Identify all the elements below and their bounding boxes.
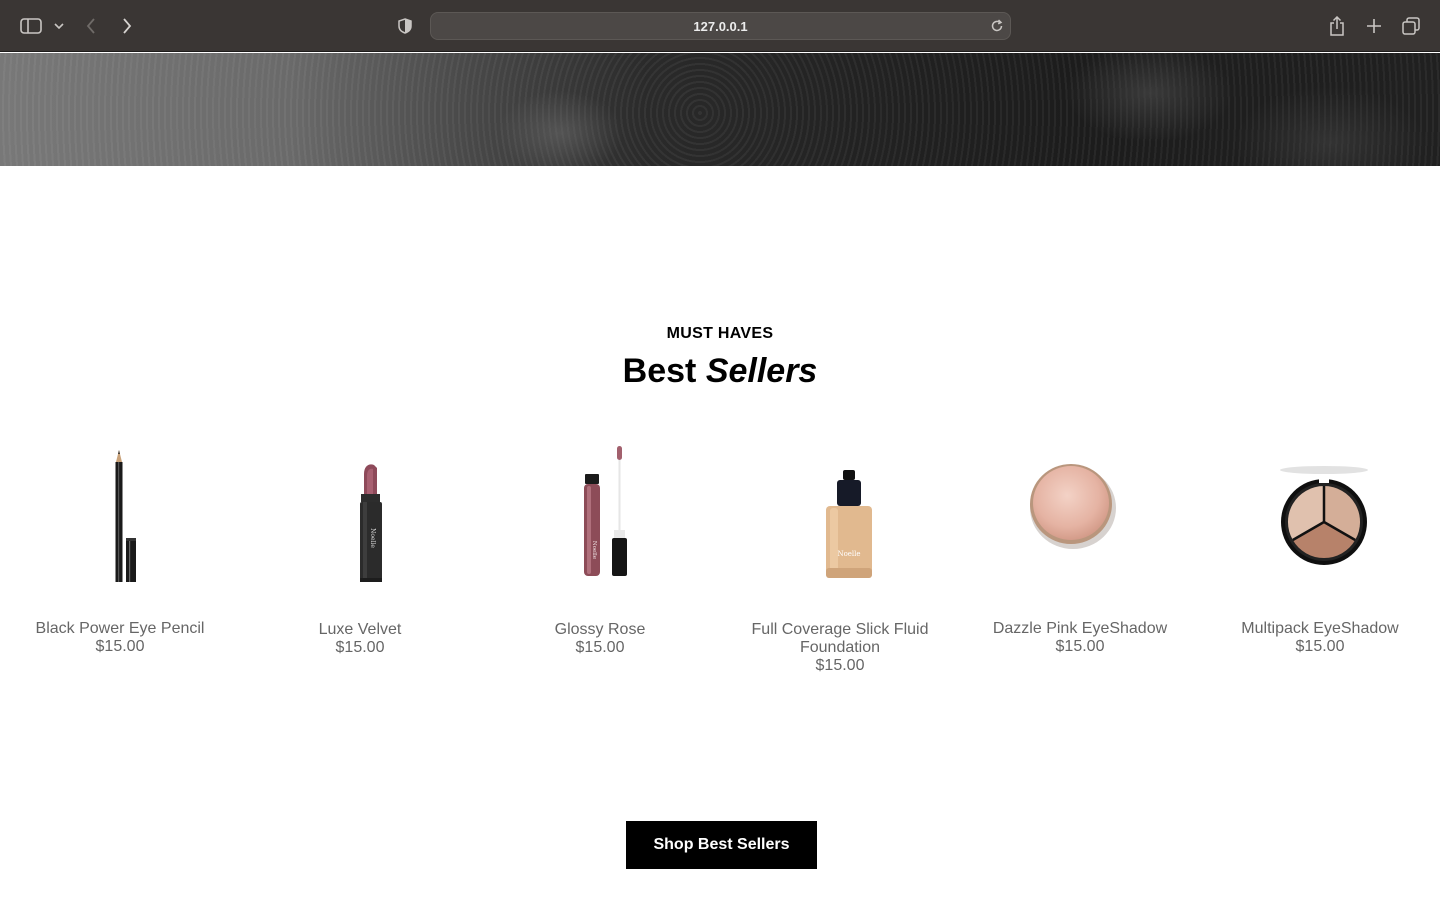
product-card[interactable]: Noelle Glossy Rose $15.00: [480, 440, 720, 657]
product-name[interactable]: Full Coverage Slick Fluid Foundation: [750, 621, 930, 657]
svg-text:Noelle: Noelle: [591, 541, 597, 559]
product-image-lipstick[interactable]: Noelle: [240, 440, 480, 590]
svg-text:Noelle: Noelle: [837, 550, 860, 558]
product-image-eyeshadow-palette[interactable]: [1200, 440, 1440, 590]
product-card[interactable]: Black Power Eye Pencil $15.00: [0, 440, 240, 656]
reload-icon[interactable]: [990, 19, 1004, 33]
product-card[interactable]: Dazzle Pink EyeShadow $15.00: [960, 440, 1200, 656]
product-image-foundation[interactable]: Noelle: [720, 440, 960, 590]
product-image-eye-pencil[interactable]: [0, 440, 240, 590]
section-title: Best Sellers: [0, 352, 1440, 391]
product-image-eyeshadow-pan[interactable]: [960, 440, 1200, 590]
product-name[interactable]: Multipack EyeShadow: [1230, 620, 1410, 638]
shop-best-sellers-button[interactable]: Shop Best Sellers: [626, 821, 817, 869]
product-price: $15.00: [335, 639, 385, 656]
product-image-lip-gloss[interactable]: Noelle: [480, 440, 720, 590]
url-text[interactable]: 127.0.0.1: [431, 13, 1010, 40]
title-plain: Best: [622, 352, 697, 390]
svg-text:Noelle: Noelle: [369, 528, 376, 548]
share-icon[interactable]: [1326, 12, 1348, 40]
product-card[interactable]: Multipack EyeShadow $15.00: [1200, 440, 1440, 656]
product-price: $15.00: [575, 639, 625, 656]
back-arrow-icon[interactable]: [82, 12, 100, 40]
browser-toolbar: 127.0.0.1: [0, 0, 1440, 52]
product-name[interactable]: Luxe Velvet: [270, 621, 450, 639]
section-eyebrow: MUST HAVES: [666, 325, 774, 342]
product-price: $15.00: [815, 657, 865, 674]
product-card[interactable]: Noelle Full Coverage Slick Fluid Foundat…: [720, 440, 960, 675]
product-price: $15.00: [95, 638, 145, 655]
product-price: $15.00: [1055, 638, 1105, 655]
chevron-down-icon[interactable]: [52, 12, 66, 40]
new-tab-icon[interactable]: [1363, 12, 1385, 40]
hero-image: [0, 53, 1440, 166]
tab-overview-icon[interactable]: [1400, 12, 1422, 40]
title-italic: Sellers: [705, 352, 818, 390]
forward-arrow-icon[interactable]: [118, 12, 136, 40]
product-name[interactable]: Black Power Eye Pencil: [30, 620, 210, 638]
sidebar-toggle-icon[interactable]: [18, 12, 44, 40]
address-bar[interactable]: 127.0.0.1: [430, 12, 1011, 40]
product-card[interactable]: Noelle Luxe Velvet $15.00: [240, 440, 480, 657]
product-name[interactable]: Glossy Rose: [510, 621, 690, 639]
product-name[interactable]: Dazzle Pink EyeShadow: [990, 620, 1170, 638]
privacy-shield-icon[interactable]: [396, 12, 414, 40]
product-price: $15.00: [1295, 638, 1345, 655]
